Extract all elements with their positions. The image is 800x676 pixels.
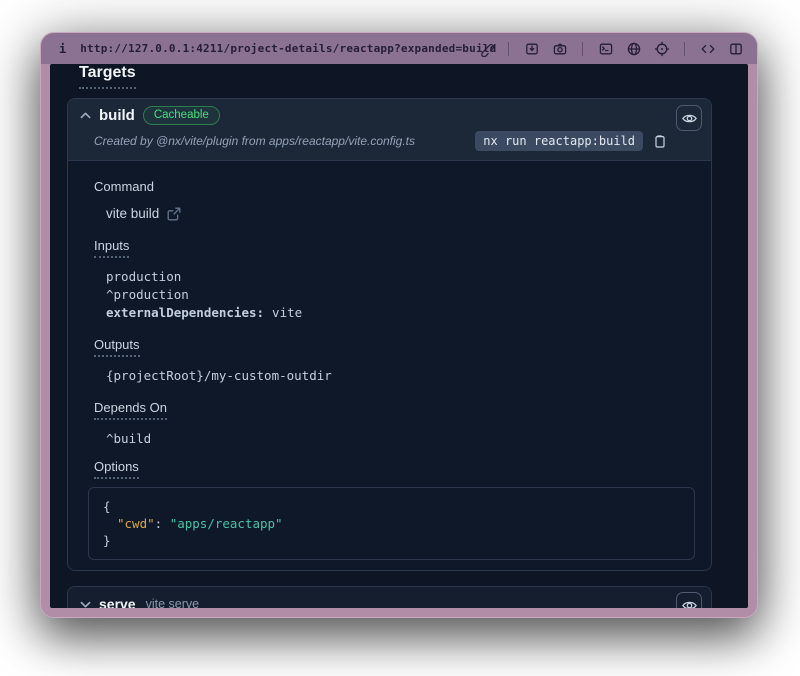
json-key: "cwd"	[117, 516, 155, 531]
address-area: i http://127.0.0.1:4211/project-details/…	[59, 42, 477, 56]
depends-on-label: Depends On	[94, 400, 167, 420]
camera-icon[interactable]	[551, 40, 568, 57]
link-icon[interactable]	[477, 40, 494, 57]
input-item: externalDependencies: vite	[106, 304, 697, 322]
target-card-serve: serve vite serve	[67, 586, 712, 608]
topbar-separator	[582, 42, 583, 56]
options-code-block: { "cwd": "apps/reactapp" }	[88, 487, 695, 560]
browser-window: i http://127.0.0.1:4211/project-details/…	[40, 32, 758, 618]
build-target-title: build	[99, 107, 135, 124]
external-deps-key: externalDependencies:	[106, 305, 264, 320]
terminal-icon[interactable]	[597, 40, 614, 57]
view-graph-button[interactable]	[676, 592, 702, 608]
input-item: ^production	[106, 286, 697, 304]
info-icon: i	[59, 42, 66, 56]
view-graph-button[interactable]	[676, 105, 702, 131]
serve-target-title: serve	[99, 596, 136, 608]
depends-on-item: ^build	[106, 430, 697, 448]
json-separator: :	[155, 516, 170, 531]
split-panel-icon[interactable]	[727, 40, 744, 57]
build-subheader-row: Created by @nx/vite/plugin from apps/rea…	[80, 131, 667, 151]
crosshair-icon[interactable]	[653, 40, 670, 57]
command-value: vite build	[106, 206, 159, 221]
build-card-header: build Cacheable Created by @nx/vite/plug…	[68, 99, 711, 161]
build-expander-row[interactable]: build Cacheable	[80, 106, 667, 125]
output-item: {projectRoot}/my-custom-outdir	[106, 367, 697, 385]
code-line: }	[103, 532, 680, 549]
copy-icon[interactable]	[652, 134, 667, 149]
outputs-section: Outputs {projectRoot}/my-custom-outdir	[94, 336, 697, 385]
topbar-separator	[684, 42, 685, 56]
inputs-label: Inputs	[94, 238, 129, 258]
target-card-build: build Cacheable Created by @nx/vite/plug…	[67, 98, 712, 571]
serve-target-subtitle: vite serve	[146, 597, 200, 608]
serve-card-header: serve vite serve	[68, 587, 711, 608]
build-card-body: Command vite build Inputs production ^pr…	[68, 161, 711, 571]
code-line: "cwd": "apps/reactapp"	[103, 515, 680, 532]
topbar-separator	[508, 42, 509, 56]
globe-icon[interactable]	[625, 40, 642, 57]
page-viewport[interactable]: Targets build Cacheable Created by @nx/v…	[50, 64, 748, 608]
command-label: Command	[94, 179, 154, 194]
cacheable-badge: Cacheable	[143, 106, 220, 125]
chevron-down-icon	[80, 601, 91, 608]
browser-topbar: i http://127.0.0.1:4211/project-details/…	[41, 33, 757, 64]
external-link-icon[interactable]	[167, 207, 181, 221]
topbar-actions	[477, 40, 744, 57]
serve-expander-row[interactable]: serve vite serve	[80, 596, 667, 608]
outputs-label: Outputs	[94, 337, 140, 357]
json-value: "apps/reactapp"	[170, 516, 283, 531]
url-field[interactable]: http://127.0.0.1:4211/project-details/re…	[80, 42, 496, 55]
targets-heading: Targets	[79, 64, 136, 89]
code-icon[interactable]	[699, 40, 716, 57]
code-line: {	[103, 498, 680, 515]
external-deps-value: vite	[272, 305, 302, 320]
inputs-section: Inputs production ^production externalDe…	[94, 237, 697, 322]
depends-on-section: Depends On ^build	[94, 399, 697, 448]
save-box-icon[interactable]	[523, 40, 540, 57]
options-label: Options	[94, 459, 139, 479]
chevron-up-icon	[80, 112, 91, 119]
input-item: production	[106, 268, 697, 286]
command-section: Command vite build	[94, 178, 697, 221]
run-command-chip: nx run reactapp:build	[475, 131, 643, 151]
created-by-text: Created by @nx/vite/plugin from apps/rea…	[94, 134, 475, 148]
options-section: Options { "cwd": "apps/reactapp" }	[94, 458, 697, 560]
